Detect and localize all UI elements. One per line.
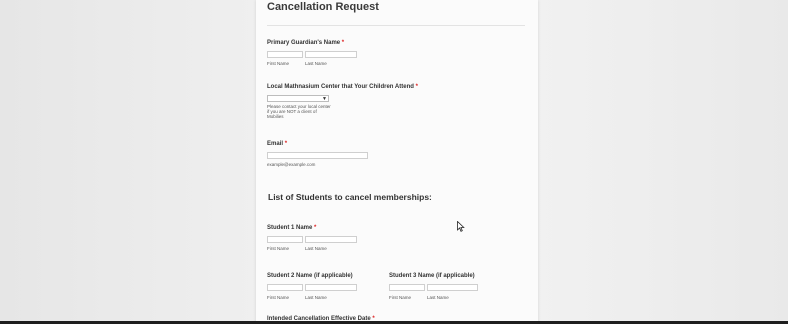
student1-label: Student 1 Name * (267, 225, 316, 231)
email-label-text: Email (267, 141, 284, 147)
student2-first-name-sublabel: First Name (267, 295, 290, 300)
student1-last-name-sublabel: Last Name (305, 246, 327, 251)
page-background-left (0, 0, 256, 324)
guardian-name-label: Primary Guardian's Name * (267, 40, 344, 46)
student1-first-name-input[interactable] (267, 236, 303, 243)
student1-label-text: Student 1 Name (267, 225, 313, 231)
student2-last-name-sublabel: Last Name (305, 295, 327, 300)
required-marker: * (415, 84, 418, 90)
student1-last-name-input[interactable] (305, 236, 357, 243)
email-label: Email * (267, 141, 287, 147)
student3-last-name-sublabel: Last Name (427, 295, 449, 300)
required-marker: * (314, 225, 317, 231)
student1-first-name-sublabel: First Name (267, 246, 290, 251)
required-marker: * (341, 40, 345, 46)
chevron-down-icon: ▼ (322, 96, 327, 102)
center-help-text: Please contact your local center if you … (267, 104, 331, 119)
center-select[interactable]: ▼ (267, 95, 329, 102)
student3-first-name-input[interactable] (389, 284, 425, 291)
student3-label: Student 3 Name (if applicable) (389, 273, 475, 279)
student2-label: Student 2 Name (if applicable) (267, 273, 353, 279)
guardian-first-name-input[interactable] (267, 51, 303, 58)
center-label-text: Local Mathnasium Center that Your Childr… (267, 84, 414, 90)
student2-first-name-input[interactable] (267, 284, 303, 291)
guardian-last-name-sublabel: Last Name (305, 61, 327, 66)
email-input[interactable] (267, 152, 368, 159)
form-panel: Cancellation Request Primary Guardian's … (256, 0, 538, 324)
guardian-name-label-text: Primary Guardian's Name (267, 40, 341, 46)
page-background-right (538, 0, 788, 324)
center-label: Local Mathnasium Center that Your Childr… (267, 84, 418, 90)
guardian-first-name-sublabel: First Name (267, 61, 290, 66)
student2-last-name-input[interactable] (305, 284, 357, 291)
students-section-heading: List of Students to cancel memberships: (268, 192, 432, 202)
student3-last-name-input[interactable] (427, 284, 478, 291)
required-marker: * (284, 141, 288, 147)
form-title: Cancellation Request (267, 1, 379, 13)
student3-first-name-sublabel: First Name (389, 295, 412, 300)
email-sublabel: example@example.com (267, 162, 316, 167)
title-divider (267, 25, 525, 26)
guardian-last-name-input[interactable] (305, 51, 357, 58)
mouse-pointer-icon (457, 221, 465, 232)
